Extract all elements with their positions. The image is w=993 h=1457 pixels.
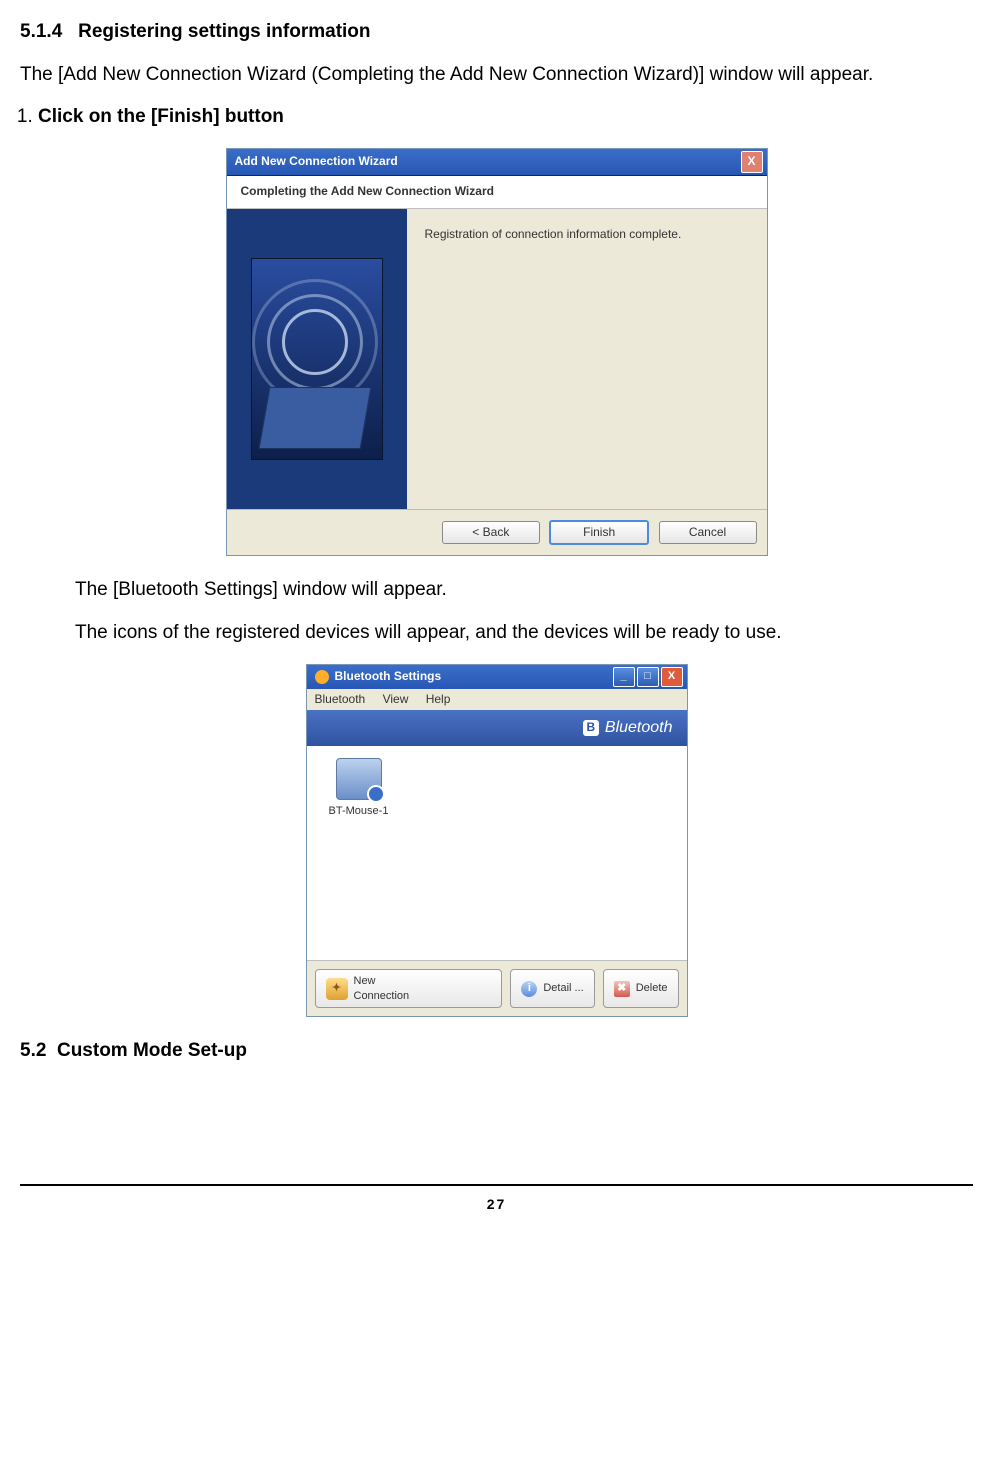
maximize-icon[interactable]: □ (637, 667, 659, 687)
device-label: BT-Mouse-1 (319, 804, 399, 818)
intro-paragraph: The [Add New Connection Wizard (Completi… (20, 63, 973, 88)
subsection-heading: 5.2 Custom Mode Set-up (20, 1039, 973, 1064)
bt-title: Bluetooth Settings (335, 669, 611, 685)
after-paragraph-2: The icons of the registered devices will… (75, 621, 973, 646)
bt-titlebar: Bluetooth Settings _ □ X (307, 665, 687, 689)
menu-bluetooth[interactable]: Bluetooth (315, 692, 366, 706)
delete-label: Delete (636, 981, 668, 995)
wizard-subtitle: Completing the Add New Connection Wizard (227, 176, 767, 209)
page-number: 27 (20, 1195, 973, 1213)
bt-brand-text: Bluetooth (605, 718, 673, 739)
step-1-text: Click on the [Finish] button (38, 106, 284, 127)
section-heading: 5.1.4 Registering settings information (20, 20, 973, 45)
bt-title-icon (315, 670, 329, 684)
wizard-body-text: Registration of connection information c… (407, 209, 767, 509)
after-paragraph-1: The [Bluetooth Settings] window will app… (75, 578, 973, 603)
close-icon[interactable]: X (661, 667, 683, 687)
cancel-button[interactable]: Cancel (659, 521, 757, 545)
subsection-title: Custom Mode Set-up (57, 1040, 247, 1061)
wizard-dialog: Add New Connection Wizard X Completing t… (226, 148, 768, 556)
bt-device-area: BT-Mouse-1 (307, 746, 687, 960)
bluetooth-settings-window: Bluetooth Settings _ □ X Bluetooth View … (306, 664, 688, 1017)
back-button[interactable]: < Back (442, 521, 540, 545)
delete-icon: ✖ (614, 981, 630, 997)
section-number: 5.1.4 (20, 21, 62, 42)
detail-label: Detail ... (543, 981, 583, 995)
mouse-icon (336, 758, 382, 800)
bt-toolbar: ✦ New Connection i Detail ... ✖ Delete (307, 960, 687, 1016)
wizard-side-graphic (227, 209, 407, 509)
detail-button[interactable]: i Detail ... (510, 969, 594, 1008)
wizard-titlebar: Add New Connection Wizard X (227, 149, 767, 176)
device-item[interactable]: BT-Mouse-1 (319, 758, 399, 818)
menu-help[interactable]: Help (426, 692, 451, 706)
minimize-icon[interactable]: _ (613, 667, 635, 687)
menu-view[interactable]: View (383, 692, 409, 706)
wizard-title: Add New Connection Wizard (235, 154, 741, 170)
bt-menu-bar: Bluetooth View Help (307, 689, 687, 711)
finish-button[interactable]: Finish (549, 520, 649, 546)
new-label: New (354, 975, 376, 987)
info-icon: i (521, 981, 537, 997)
footer-rule (20, 1184, 973, 1186)
section-title: Registering settings information (78, 21, 370, 42)
close-icon[interactable]: X (741, 151, 763, 173)
subsection-number: 5.2 (20, 1040, 46, 1061)
step-1: Click on the [Finish] button (38, 105, 973, 130)
new-connection-button[interactable]: ✦ New Connection (315, 969, 503, 1008)
bluetooth-logo-icon: B (583, 720, 599, 736)
new-sublabel: Connection (354, 990, 410, 1002)
bt-brand-bar: B Bluetooth (307, 710, 687, 746)
new-connection-icon: ✦ (326, 978, 348, 1000)
delete-button[interactable]: ✖ Delete (603, 969, 679, 1008)
wizard-footer: < Back Finish Cancel (227, 509, 767, 556)
